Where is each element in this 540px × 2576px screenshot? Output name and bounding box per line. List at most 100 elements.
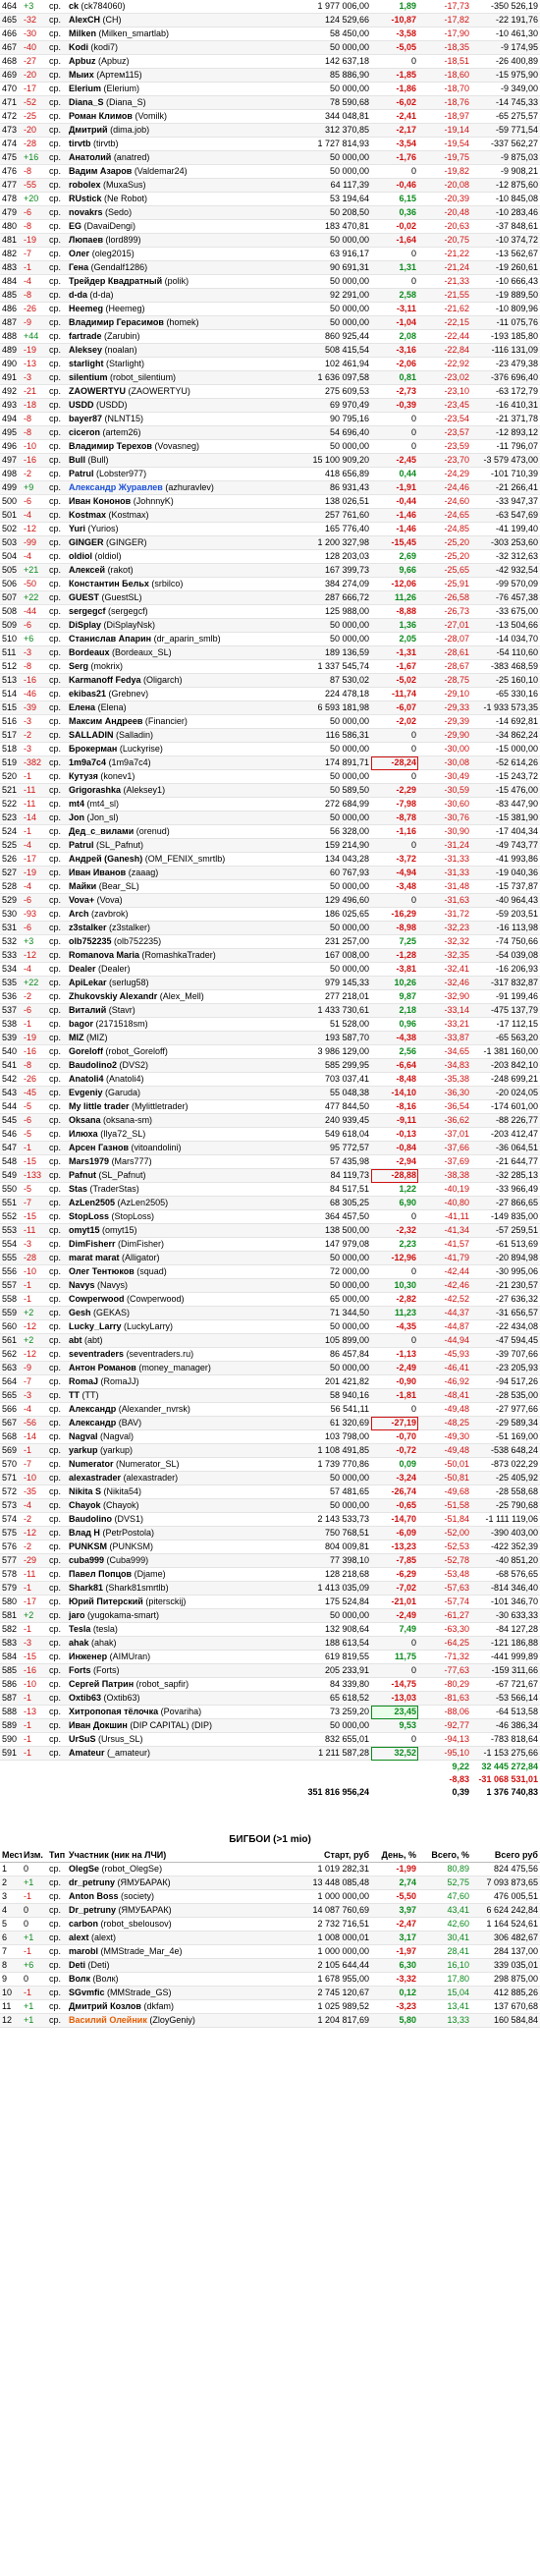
participant-name[interactable]: ahak (69, 1638, 89, 1648)
participant-name[interactable]: abt (69, 1335, 82, 1345)
participant-name[interactable]: Amateur (69, 1748, 105, 1758)
participant-name[interactable]: marat marat (69, 1253, 120, 1262)
participant-name[interactable]: PUNKSM (69, 1541, 107, 1551)
participant-name[interactable]: Елена (69, 702, 95, 712)
participant-name[interactable]: Oksana (69, 1115, 101, 1125)
participant-name[interactable]: Влад Н (69, 1528, 100, 1538)
participant-name[interactable]: fartrade (69, 331, 102, 341)
participant-name[interactable]: Вадим Азаров (69, 166, 132, 176)
participant-name[interactable]: Иван Докшин (69, 1720, 128, 1730)
participant-name[interactable]: Pafnut (69, 1170, 96, 1180)
participant-name[interactable]: Lucky_Larry (69, 1321, 122, 1331)
participant-name[interactable]: Дмитрий (69, 125, 108, 135)
participant-name[interactable]: Олег Тентюков (69, 1266, 135, 1276)
participant-name[interactable]: RomaJ (69, 1376, 98, 1386)
participant-name[interactable]: DiSplay (69, 620, 101, 630)
participant-name[interactable]: Станислав Апарин (69, 634, 151, 644)
participant-name[interactable]: Арсен Газнов (69, 1143, 129, 1152)
participant-name[interactable]: USDD (69, 400, 94, 410)
participant-name[interactable]: AzLen2505 (69, 1198, 115, 1207)
participant-name[interactable]: Bordeaux (69, 647, 110, 657)
participant-name[interactable]: Deti (69, 1960, 85, 1970)
participant-name[interactable]: Алексей (69, 565, 105, 575)
participant-name[interactable]: silentium (69, 372, 108, 382)
participant-name[interactable]: Трейдер Квадратный (69, 276, 162, 286)
participant-name[interactable]: ApiLekar (69, 978, 107, 987)
participant-name[interactable]: Сергей Патрин (69, 1679, 134, 1689)
participant-name[interactable]: Yuri (69, 524, 85, 533)
participant-name[interactable]: Aleksey (69, 345, 102, 355)
participant-name[interactable]: Goreloff (69, 1046, 103, 1056)
participant-name[interactable]: olb752235 (69, 936, 112, 946)
participant-name[interactable]: alexastrader (69, 1473, 121, 1483)
participant-name[interactable]: Анатолий (69, 152, 111, 162)
participant-name[interactable]: Виталий (69, 1005, 106, 1015)
participant-name[interactable]: Александр (69, 1404, 116, 1414)
participant-name[interactable]: Stas (69, 1184, 87, 1194)
participant-name[interactable]: Dealer (69, 964, 96, 974)
participant-name[interactable]: Karmanoff Fedya (69, 675, 141, 685)
participant-name[interactable]: ciceron (69, 427, 100, 437)
participant-name[interactable]: SALLADIN (69, 730, 114, 740)
participant-name[interactable]: tirvtb (69, 139, 91, 148)
participant-name[interactable]: ck (69, 1, 79, 11)
participant-name[interactable]: Zhukovskiy Alexandr (69, 991, 157, 1001)
participant-name[interactable]: Baudolino (69, 1514, 112, 1524)
participant-name[interactable]: Oxtib63 (69, 1693, 101, 1703)
participant-name[interactable]: Diana_S (69, 97, 104, 107)
participant-name[interactable]: marobl (69, 1946, 98, 1956)
participant-name[interactable]: RUstick (69, 194, 102, 203)
participant-name[interactable]: Иван Кононов (69, 496, 131, 506)
participant-name[interactable]: Bull (69, 455, 85, 465)
participant-name[interactable]: Дед_с_вилами (69, 826, 134, 836)
participant-name[interactable]: UrSuS (69, 1734, 96, 1744)
participant-name[interactable]: Nikita S (69, 1486, 101, 1496)
participant-name[interactable]: Кутузя (69, 771, 98, 781)
participant-name[interactable]: OlegSe (69, 1864, 99, 1874)
participant-name[interactable]: Волк (69, 1974, 90, 1984)
participant-name[interactable]: Cowperwood (69, 1294, 125, 1304)
participant-name[interactable]: Юрий Питерский (69, 1596, 143, 1606)
participant-name[interactable]: Milken (69, 28, 96, 38)
participant-name[interactable]: ekibas21 (69, 689, 106, 699)
participant-name[interactable]: cuba999 (69, 1555, 104, 1565)
participant-name[interactable]: Александр (69, 1418, 116, 1428)
participant-name[interactable]: Elerium (69, 84, 101, 93)
participant-name[interactable]: Romanova Maria (69, 950, 139, 960)
participant-name[interactable]: MIZ (69, 1033, 84, 1042)
participant-name[interactable]: Serg (69, 661, 88, 671)
participant-name[interactable]: Patrul (69, 840, 94, 850)
participant-name[interactable]: Jon (69, 812, 84, 822)
participant-name[interactable]: DimFisherr (69, 1239, 116, 1249)
participant-name[interactable]: Nagval (69, 1431, 98, 1441)
participant-name[interactable]: Майки (69, 881, 96, 891)
participant-name[interactable]: GUEST (69, 592, 99, 602)
participant-name[interactable]: Олег (69, 249, 89, 258)
participant-name[interactable]: Гена (69, 262, 88, 272)
participant-name[interactable]: Роман Климов (69, 111, 133, 121)
participant-name[interactable]: Numerator (69, 1459, 114, 1469)
participant-name[interactable]: Arch (69, 909, 89, 919)
participant-name[interactable]: Максим Андреев (69, 716, 142, 726)
participant-name[interactable]: robolex (69, 180, 101, 190)
participant-name[interactable]: Patrul (69, 469, 94, 478)
participant-name[interactable]: ZAOWERTYU (69, 386, 126, 396)
participant-name[interactable]: GINGER (69, 537, 104, 547)
participant-name[interactable]: omyt15 (69, 1225, 100, 1235)
participant-name[interactable]: yarkup (69, 1445, 98, 1455)
participant-name[interactable]: Люпаев (69, 235, 103, 245)
participant-name[interactable]: Tesla (69, 1624, 90, 1634)
participant-name[interactable]: bayer87 (69, 414, 102, 423)
participant-name[interactable]: Василий Олейник (69, 2015, 147, 2025)
participant-name[interactable]: Иван Иванов (69, 868, 126, 877)
participant-name[interactable]: sergegcf (69, 606, 106, 616)
participant-name[interactable]: alext (69, 1932, 89, 1942)
participant-name[interactable]: oldiol (69, 551, 92, 561)
participant-name[interactable]: Дмитрий Козлов (69, 2001, 141, 2011)
participant-name[interactable]: starlight (69, 359, 104, 368)
participant-name[interactable]: Mars1979 (69, 1156, 109, 1166)
participant-name[interactable]: Baudolino2 (69, 1060, 117, 1070)
participant-name[interactable]: Dr_petruny (69, 1905, 116, 1915)
participant-name[interactable]: Владимир Терехов (69, 441, 152, 451)
participant-name[interactable]: Shark81 (69, 1583, 103, 1593)
